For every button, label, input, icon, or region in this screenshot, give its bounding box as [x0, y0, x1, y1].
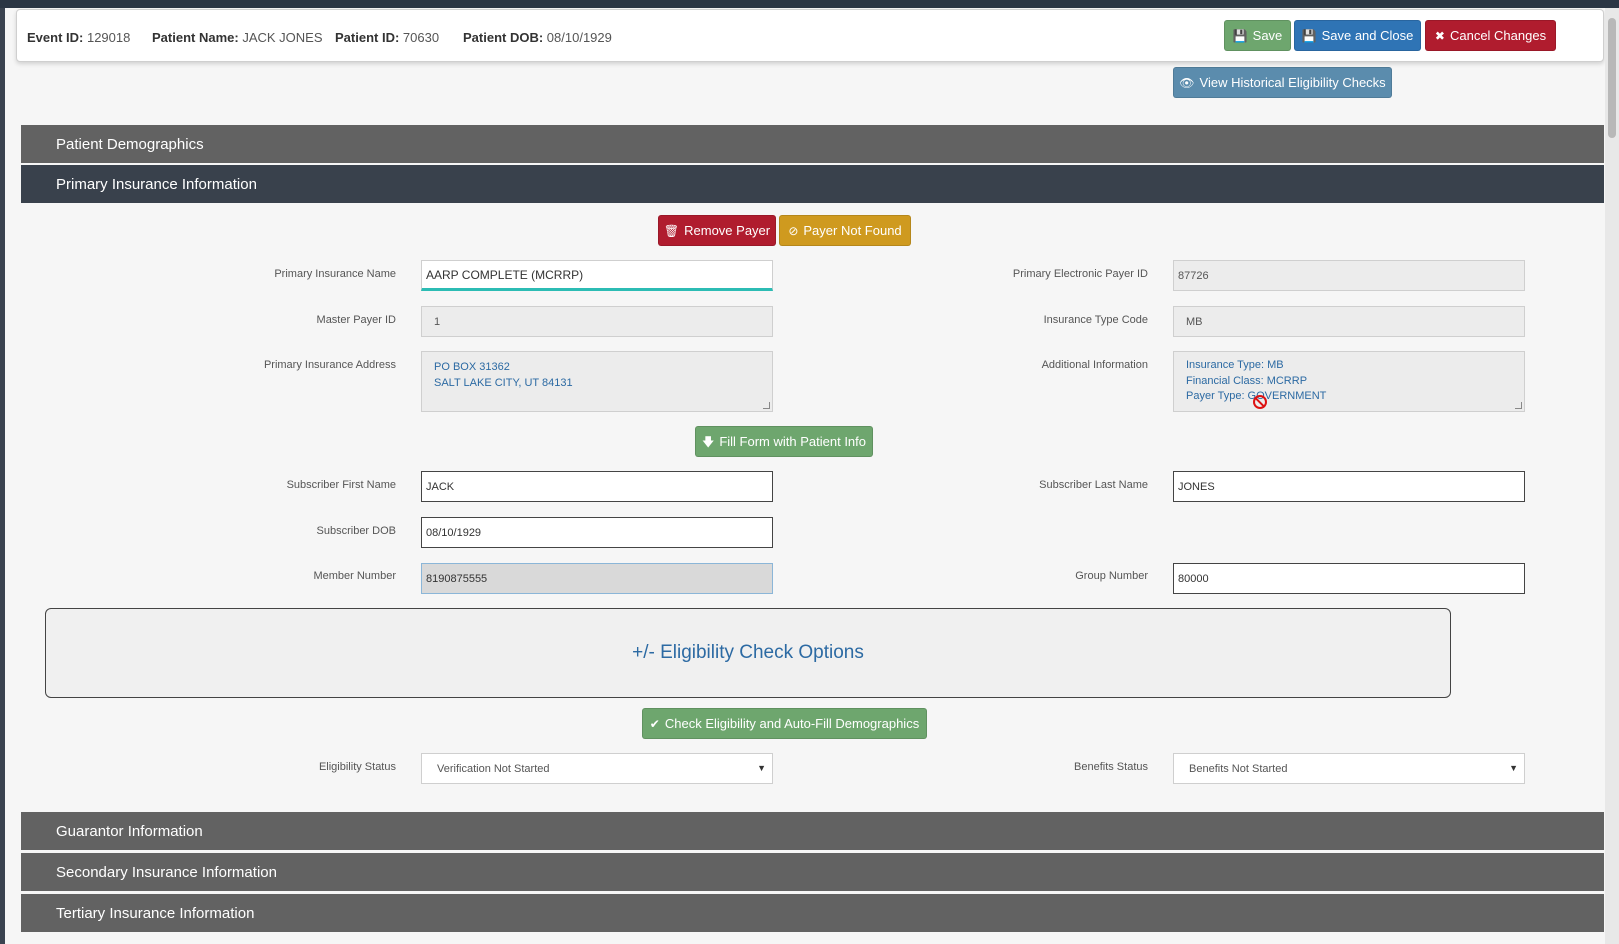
- save-button-label: Save: [1252, 28, 1283, 43]
- scrollbar-thumb[interactable]: [1608, 18, 1616, 138]
- eligibility-status-label: Eligibility Status: [318, 761, 396, 773]
- resize-handle-icon[interactable]: [763, 402, 770, 409]
- view-historical-label: View Historical Eligibility Checks: [1199, 75, 1386, 90]
- section-primary-insurance[interactable]: Primary Insurance Information: [21, 165, 1604, 203]
- insurance-name-label: Primary Insurance Name: [274, 268, 396, 280]
- patient-id-info: Patient ID: 70630: [335, 30, 439, 45]
- additional-line-2: Financial Class: MCRRP: [1186, 374, 1308, 387]
- patient-dob-value: 08/10/1929: [546, 30, 612, 45]
- view-historical-eligibility-button[interactable]: 👁 View Historical Eligibility Checks: [1173, 67, 1392, 98]
- patient-name-info: Patient Name: JACK JONES: [152, 30, 323, 45]
- x-icon: ✖: [1434, 28, 1445, 43]
- event-id-value: 129018: [86, 30, 131, 45]
- check-eligibility-label: Check Eligibility and Auto-Fill Demograp…: [664, 716, 920, 731]
- group-number-label: Group Number: [1075, 570, 1148, 582]
- payer-not-found-button[interactable]: ⊘ Payer Not Found: [779, 215, 911, 246]
- save-and-close-label: Save and Close: [1321, 28, 1414, 43]
- section-guarantor[interactable]: Guarantor Information: [21, 812, 1604, 850]
- floppy-disk-icon: 💾: [1301, 28, 1317, 43]
- trash-icon: 🗑: [663, 223, 680, 238]
- eligibility-check-options-toggle[interactable]: +/- Eligibility Check Options: [45, 608, 1451, 698]
- insurance-address-textarea[interactable]: PO BOX 31362 SALT LAKE CITY, UT 84131: [421, 351, 773, 412]
- section-secondary-insurance[interactable]: Secondary Insurance Information: [21, 853, 1604, 891]
- eye-icon: 👁: [1179, 75, 1195, 90]
- vertical-scrollbar[interactable]: [1605, 8, 1619, 944]
- chevron-down-icon: ▼: [1509, 763, 1518, 773]
- not-allowed-cursor-icon: [1253, 395, 1267, 409]
- patient-name-value: JACK JONES: [242, 30, 323, 45]
- check-eligibility-button[interactable]: ✔ Check Eligibility and Auto-Fill Demogra…: [642, 708, 927, 739]
- subscriber-last-name-input[interactable]: JONES: [1173, 471, 1525, 502]
- check-icon: ✔: [649, 716, 660, 731]
- group-number-input[interactable]: 80000: [1173, 563, 1525, 594]
- chevron-down-icon: ▼: [757, 763, 766, 773]
- electronic-payer-id-label: Primary Electronic Payer ID: [1012, 268, 1148, 280]
- resize-handle-icon[interactable]: [1515, 402, 1522, 409]
- event-id-label: Event ID:: [27, 30, 84, 45]
- section-title: Guarantor Information: [56, 822, 203, 840]
- remove-payer-button[interactable]: 🗑 Remove Payer: [658, 215, 776, 246]
- master-payer-id-input[interactable]: 1: [421, 306, 773, 337]
- cancel-changes-label: Cancel Changes: [1449, 28, 1547, 43]
- section-title: Primary Insurance Information: [56, 175, 257, 193]
- save-and-close-button[interactable]: 💾 Save and Close: [1294, 20, 1421, 51]
- arrow-down-icon: 🡇: [702, 434, 715, 449]
- remove-payer-label: Remove Payer: [684, 223, 771, 238]
- modal-header: Event ID: 129018 Patient Name: JACK JONE…: [16, 9, 1604, 62]
- insurance-type-code-input[interactable]: MB: [1173, 306, 1525, 337]
- eligibility-status-value: Verification Not Started: [437, 762, 550, 775]
- section-patient-demographics[interactable]: Patient Demographics: [21, 125, 1604, 163]
- patient-id-label: Patient ID:: [335, 30, 400, 45]
- insurance-type-code-label: Insurance Type Code: [1043, 314, 1148, 326]
- additional-info-label: Additional Information: [1041, 359, 1148, 371]
- patient-id-value: 70630: [402, 30, 440, 45]
- subscriber-first-name-label: Subscriber First Name: [286, 479, 396, 491]
- member-number-input[interactable]: 8190875555: [421, 563, 773, 594]
- patient-dob-info: Patient DOB: 08/10/1929: [463, 30, 612, 45]
- benefits-status-value: Benefits Not Started: [1189, 762, 1288, 775]
- eligibility-status-select[interactable]: Verification Not Started ▼: [421, 753, 773, 784]
- event-id-info: Event ID: 129018: [27, 30, 130, 45]
- section-title: Patient Demographics: [56, 135, 204, 153]
- cancel-changes-button[interactable]: ✖ Cancel Changes: [1425, 20, 1556, 51]
- payer-not-found-label: Payer Not Found: [803, 223, 902, 238]
- eligibility-options-label: +/- Eligibility Check Options: [632, 642, 864, 663]
- subscriber-first-name-input[interactable]: JACK: [421, 471, 773, 502]
- save-button[interactable]: 💾 Save: [1224, 20, 1291, 51]
- patient-event-modal: Event ID: 129018 Patient Name: JACK JONE…: [5, 8, 1605, 944]
- section-title: Tertiary Insurance Information: [56, 904, 255, 922]
- subscriber-last-name-label: Subscriber Last Name: [1039, 479, 1148, 491]
- benefits-status-label: Benefits Status: [1074, 761, 1148, 773]
- section-tertiary-insurance[interactable]: Tertiary Insurance Information: [21, 894, 1604, 932]
- fill-form-button[interactable]: 🡇 Fill Form with Patient Info: [695, 426, 873, 457]
- section-title: Secondary Insurance Information: [56, 863, 277, 881]
- subscriber-dob-label: Subscriber DOB: [316, 525, 396, 537]
- address-line-1: PO BOX 31362: [434, 361, 510, 373]
- additional-line-3: Payer Type: GOVERNMENT: [1186, 390, 1327, 402]
- fill-form-label: Fill Form with Patient Info: [719, 434, 866, 449]
- address-line-2: SALT LAKE CITY, UT 84131: [434, 377, 573, 389]
- benefits-status-select[interactable]: Benefits Not Started ▼: [1173, 753, 1525, 784]
- additional-info-textarea[interactable]: Insurance Type: MB Financial Class: MCRR…: [1173, 351, 1525, 412]
- insurance-address-label: Primary Insurance Address: [263, 359, 396, 371]
- master-payer-id-label: Master Payer ID: [316, 314, 396, 326]
- member-number-label: Member Number: [313, 570, 396, 582]
- electronic-payer-id-input[interactable]: 87726: [1173, 260, 1525, 291]
- patient-dob-label: Patient DOB:: [463, 30, 544, 45]
- patient-name-label: Patient Name:: [152, 30, 239, 45]
- floppy-disk-icon: 💾: [1232, 28, 1248, 43]
- additional-line-1: Insurance Type: MB: [1186, 359, 1284, 371]
- insurance-name-input[interactable]: AARP COMPLETE (MCRRP): [421, 260, 773, 291]
- ban-icon: ⊘: [788, 223, 799, 238]
- subscriber-dob-input[interactable]: 08/10/1929: [421, 517, 773, 548]
- browser-top-strip: [0, 0, 1619, 8]
